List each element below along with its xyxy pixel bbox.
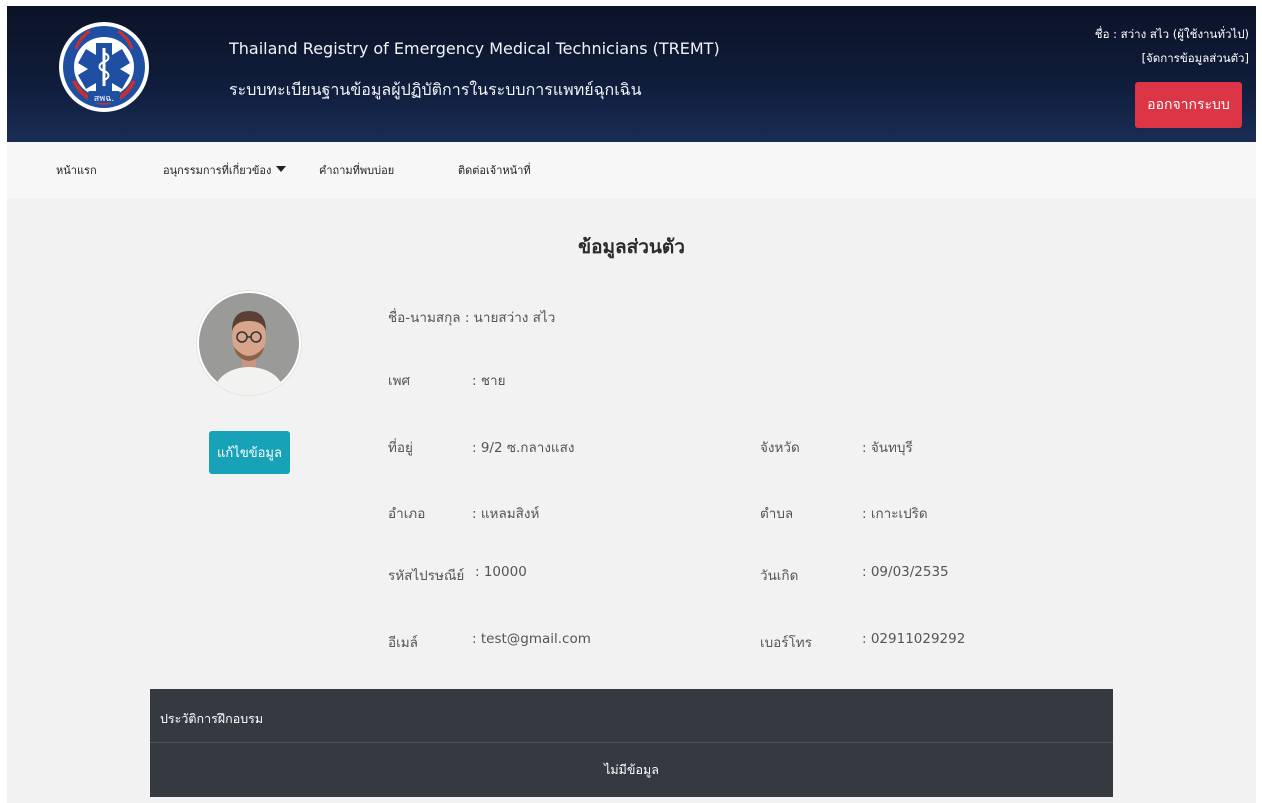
caret-down-icon xyxy=(276,166,287,172)
nav-faq[interactable]: คำถามที่พบบ่อย xyxy=(319,161,394,179)
gender-label: เพศ xyxy=(388,373,411,389)
training-history-title: ประวัติการฝึกอบรม xyxy=(160,711,264,726)
main-nav: หน้าแรก อนุกรรมการที่เกี่ยวข้อง คำถามที่… xyxy=(7,142,1256,198)
edit-profile-button[interactable]: แก้ไขข้อมูล xyxy=(209,431,290,474)
training-empty-row: ไม่มีข้อมูล xyxy=(604,762,659,777)
province-label: จังหวัด xyxy=(760,440,800,456)
nav-contact[interactable]: ติดต่อเจ้าหน้าที่ xyxy=(458,161,531,179)
site-title-en: Thailand Registry of Emergency Medical T… xyxy=(229,39,720,58)
email-label: อีเมล์ xyxy=(388,635,418,651)
nav-subcommittee-label: อนุกรรมการที่เกี่ยวข้อง xyxy=(163,164,272,177)
page-frame: สพฉ. Thailand Registry of Emergency Medi… xyxy=(7,6,1256,803)
phone-label: เบอร์โทร xyxy=(760,635,812,651)
site-title-th: ระบบทะเบียนฐานข้อมูลผู้ปฏิบัติการในระบบก… xyxy=(229,80,642,99)
fullname-text: ชื่อ-นามสกุล : นายสว่าง สไว xyxy=(388,310,556,326)
logged-in-user: ชื่อ : สว่าง สไว (ผู้ใช้งานทั่วไป) xyxy=(1094,27,1249,41)
email-value: : test@gmail.com xyxy=(472,631,591,647)
nav-home[interactable]: หน้าแรก xyxy=(56,161,97,179)
postcode-value: : 10000 xyxy=(475,564,527,580)
logout-button[interactable]: ออกจากระบบ xyxy=(1135,82,1242,128)
manage-profile-link[interactable]: [จัดการข้อมูลส่วนตัว] xyxy=(1142,50,1249,68)
user-avatar xyxy=(197,291,301,395)
postcode-label: รหัสไปรษณีย์ xyxy=(388,568,465,584)
gender-value: : ชาย xyxy=(472,373,506,389)
province-value: : จันทบุรี xyxy=(862,440,913,456)
district-value: : แหลมสิงห์ xyxy=(472,506,540,522)
address-label: ที่อยู่ xyxy=(388,440,413,456)
logo-text: สพฉ. xyxy=(94,94,114,104)
subdistrict-value: : เกาะเปริด xyxy=(862,506,928,522)
avatar-photo xyxy=(199,293,299,395)
site-header: สพฉ. Thailand Registry of Emergency Medi… xyxy=(7,6,1256,142)
subdistrict-label: ตำบล xyxy=(760,506,794,522)
page-title: ข้อมูลส่วนตัว xyxy=(578,236,685,258)
training-history-table: ประวัติการฝึกอบรม ไม่มีข้อมูล xyxy=(150,689,1113,797)
phone-value: : 02911029292 xyxy=(862,631,966,647)
training-history-header: ประวัติการฝึกอบรม xyxy=(150,689,1113,743)
nav-subcommittee-dropdown[interactable]: อนุกรรมการที่เกี่ยวข้อง xyxy=(163,161,287,179)
birthdate-value: : 09/03/2535 xyxy=(862,564,949,580)
district-label: อำเภอ xyxy=(388,506,426,522)
address-value: : 9/2 ซ.กลางแสง xyxy=(472,440,575,456)
niems-logo: สพฉ. xyxy=(59,22,149,112)
birthdate-label: วันเกิด xyxy=(760,568,799,584)
